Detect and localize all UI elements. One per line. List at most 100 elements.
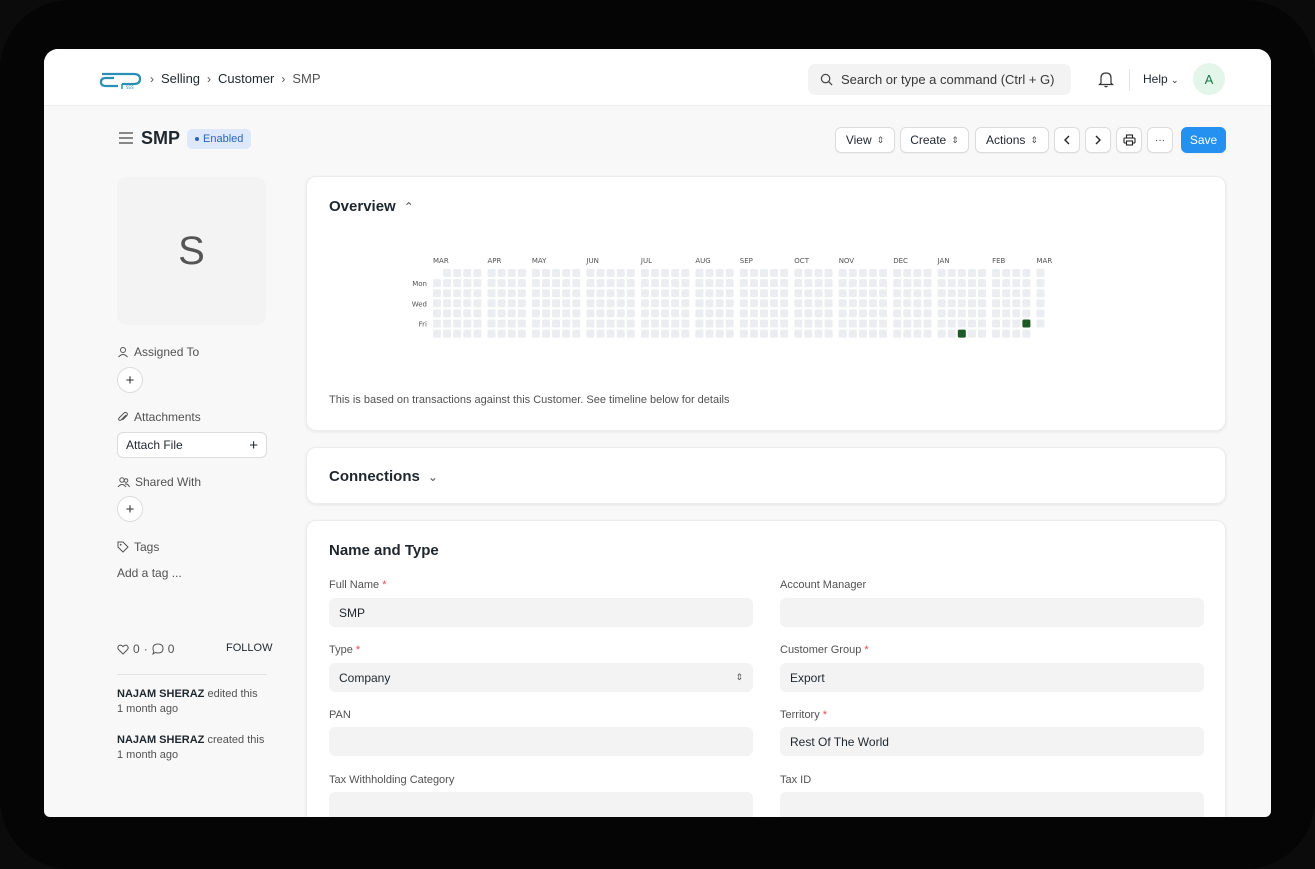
sidebar-toggle-icon[interactable] xyxy=(118,132,134,144)
heatmap-cell[interactable] xyxy=(760,279,768,288)
heatmap-cell[interactable] xyxy=(1022,299,1031,308)
heatmap-cell[interactable] xyxy=(749,309,758,318)
heatmap-cell[interactable] xyxy=(586,279,595,288)
heatmap-cell[interactable] xyxy=(473,269,482,277)
heatmap-cell[interactable] xyxy=(937,269,946,277)
heatmap-cell[interactable] xyxy=(473,289,482,298)
heatmap-cell[interactable] xyxy=(517,319,526,328)
heatmap-cell[interactable] xyxy=(739,299,748,308)
heatmap-cell[interactable] xyxy=(770,299,779,308)
heatmap-cell[interactable] xyxy=(879,269,888,277)
previous-button[interactable] xyxy=(1054,127,1080,153)
heatmap-cell[interactable] xyxy=(443,319,452,328)
heatmap-cell[interactable] xyxy=(1022,289,1031,298)
heatmap-cell[interactable] xyxy=(1002,289,1011,298)
heatmap-cell[interactable] xyxy=(957,279,966,288)
heatmap-cell[interactable] xyxy=(586,309,595,318)
breadcrumb-selling[interactable]: Selling xyxy=(161,71,200,86)
heatmap-cell[interactable] xyxy=(661,279,670,288)
heatmap-cell[interactable] xyxy=(531,269,540,277)
heatmap-cell[interactable] xyxy=(552,279,561,288)
heatmap-cell[interactable] xyxy=(531,299,540,308)
heatmap-cell[interactable] xyxy=(552,269,561,277)
heatmap-cell[interactable] xyxy=(487,319,496,328)
heatmap-cell[interactable] xyxy=(507,269,516,277)
heatmap-cell[interactable] xyxy=(1022,329,1031,338)
breadcrumb-current[interactable]: SMP xyxy=(292,71,320,86)
heatmap-cell[interactable] xyxy=(838,329,847,338)
heatmap-cell[interactable] xyxy=(838,319,847,328)
heatmap-cell[interactable] xyxy=(586,289,595,298)
heatmap-cell[interactable] xyxy=(893,279,902,288)
heatmap-cell[interactable] xyxy=(433,329,441,338)
heatmap-cell[interactable] xyxy=(507,289,516,298)
heatmap-cell[interactable] xyxy=(760,269,768,277)
heatmap-cell[interactable] xyxy=(507,299,516,308)
heatmap-cell[interactable] xyxy=(794,319,803,328)
heatmap-cell[interactable] xyxy=(453,329,462,338)
heatmap-cell[interactable] xyxy=(947,309,956,318)
heatmap-cell[interactable] xyxy=(947,289,956,298)
heatmap-cell[interactable] xyxy=(814,299,823,308)
heart-icon[interactable] xyxy=(117,644,129,655)
heatmap-cell[interactable] xyxy=(562,279,571,288)
heatmap-cell[interactable] xyxy=(804,279,813,288)
tax-withholding-category-field[interactable] xyxy=(329,792,753,817)
heatmap-cell[interactable] xyxy=(967,329,976,338)
customer-image-placeholder[interactable]: S xyxy=(117,177,266,325)
heatmap-cell[interactable] xyxy=(542,309,550,318)
account-manager-field[interactable] xyxy=(780,598,1204,627)
heatmap-cell[interactable] xyxy=(443,279,452,288)
heatmap-cell[interactable] xyxy=(572,279,581,288)
heatmap-cell[interactable] xyxy=(443,269,452,277)
heatmap-cell[interactable] xyxy=(749,279,758,288)
heatmap-cell[interactable] xyxy=(433,299,441,308)
heatmap-cell[interactable] xyxy=(869,289,877,298)
heatmap-cell[interactable] xyxy=(967,269,976,277)
search-input[interactable]: Search or type a command (Ctrl + G) xyxy=(808,64,1071,95)
heatmap-cell[interactable] xyxy=(725,299,734,308)
territory-field[interactable]: Rest Of The World xyxy=(780,727,1204,756)
heatmap-cell[interactable] xyxy=(626,309,635,318)
heatmap-cell[interactable] xyxy=(453,279,462,288)
heatmap-cell[interactable] xyxy=(463,309,472,318)
heatmap-cell[interactable] xyxy=(705,309,714,318)
heatmap-cell[interactable] xyxy=(869,319,877,328)
heatmap-cell[interactable] xyxy=(967,279,976,288)
heatmap-cell[interactable] xyxy=(749,319,758,328)
heatmap-cell[interactable] xyxy=(893,289,902,298)
app-logo[interactable]: SSS xyxy=(98,69,144,91)
heatmap-cell[interactable] xyxy=(760,289,768,298)
heatmap-cell[interactable] xyxy=(749,299,758,308)
heatmap-cell[interactable] xyxy=(967,289,976,298)
view-button[interactable]: View ⇕ xyxy=(835,127,895,153)
heatmap-cell[interactable] xyxy=(869,299,877,308)
heatmap-cell[interactable] xyxy=(780,269,789,277)
heatmap-cell[interactable] xyxy=(858,289,867,298)
heatmap-cell[interactable] xyxy=(937,319,946,328)
heatmap-cell[interactable] xyxy=(903,309,912,318)
heatmap-cell[interactable] xyxy=(596,299,605,308)
heatmap-cell[interactable] xyxy=(957,319,966,328)
heatmap-cell[interactable] xyxy=(1012,309,1021,318)
heatmap-cell[interactable] xyxy=(739,319,748,328)
heatmap-cell[interactable] xyxy=(749,329,758,338)
heatmap-cell[interactable] xyxy=(879,319,888,328)
heatmap-cell[interactable] xyxy=(705,319,714,328)
heatmap-cell[interactable] xyxy=(507,309,516,318)
heatmap-cell[interactable] xyxy=(695,329,704,338)
heatmap-cell[interactable] xyxy=(957,269,966,277)
heatmap-cell[interactable] xyxy=(705,289,714,298)
heatmap-cell[interactable] xyxy=(681,309,690,318)
heatmap-cell[interactable] xyxy=(913,269,922,277)
heatmap-cell[interactable] xyxy=(992,289,1001,298)
heatmap-cell[interactable] xyxy=(804,309,813,318)
heatmap-cell[interactable] xyxy=(1022,279,1031,288)
heatmap-cell[interactable] xyxy=(957,309,966,318)
heatmap-cell[interactable] xyxy=(913,319,922,328)
heatmap-cell[interactable] xyxy=(453,319,462,328)
breadcrumb-customer[interactable]: Customer xyxy=(218,71,274,86)
heatmap-cell[interactable] xyxy=(507,279,516,288)
heatmap-cell[interactable] xyxy=(606,279,615,288)
heatmap-cell[interactable] xyxy=(869,269,877,277)
